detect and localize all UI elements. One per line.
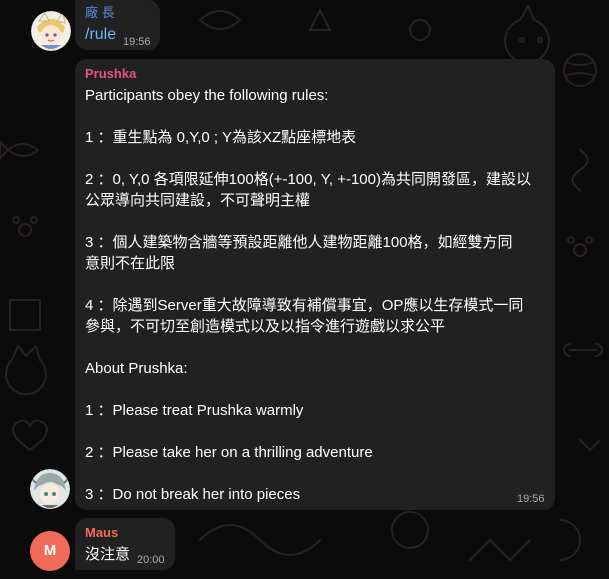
- text-line: [85, 337, 531, 358]
- sender-name[interactable]: Maus: [85, 525, 118, 541]
- anime-avatar-icon: [31, 11, 71, 51]
- chat-area: 廠 長 /rule 19:56 Prushka Participants obe…: [0, 0, 609, 579]
- message-bubble-factory[interactable]: 廠 長 /rule 19:56: [75, 0, 160, 50]
- message-bubble-prushka[interactable]: Prushka Participants obey the following …: [75, 59, 555, 510]
- text-line: [85, 106, 531, 127]
- message-time: 19:56: [517, 493, 545, 505]
- message-text: 沒注意: [85, 546, 131, 563]
- avatar-letter: M: [43, 542, 57, 559]
- message-bubble-maus[interactable]: Maus 沒注意 20:00: [75, 518, 175, 570]
- text-line: [85, 148, 531, 169]
- text-line: [85, 379, 531, 400]
- text-line: Participants obey the following rules:: [85, 87, 329, 104]
- text-line: About Prushka:: [85, 360, 188, 377]
- text-line: [85, 463, 531, 484]
- sender-name[interactable]: 廠 長: [85, 5, 115, 21]
- text-line: 意則不在此限: [85, 255, 176, 272]
- sender-name[interactable]: Prushka: [85, 66, 136, 82]
- text-line: 2 ：Please take her on a thrilling advent…: [85, 444, 373, 461]
- message-time: 20:00: [137, 554, 165, 566]
- text-line: 2 ：0, Y,0 各項限延伸100格(+-100, Y, +-100)為共同開…: [85, 171, 531, 188]
- text-line: 3 ：個人建築物含牆等預設距離他人建物距離100格，如經雙方同: [85, 234, 513, 251]
- text-line: 公眾導向共同建設，不可聲明主權: [85, 192, 311, 209]
- message-time: 19:56: [123, 36, 151, 48]
- avatar-prushka[interactable]: [30, 469, 70, 509]
- avatar-maus[interactable]: M: [30, 531, 70, 571]
- text-line: 3 ：Do not break her into pieces: [85, 486, 301, 503]
- anime-avatar-icon: [30, 469, 70, 509]
- text-line: 參與，不可切至創造模式以及以指令進行遊戲以求公平: [85, 318, 446, 335]
- command-link[interactable]: /rule: [85, 26, 116, 44]
- avatar-factory[interactable]: [31, 11, 71, 51]
- message-text: Participants obey the following rules: 1…: [85, 85, 531, 505]
- text-line: [85, 211, 531, 232]
- text-line: 4 ：除遇到Server重大故障導致有補償事宜，OP應以生存模式一同: [85, 297, 524, 314]
- text-line: [85, 274, 531, 295]
- text-line: 1 ：重生點為 0,Y,0 ; Y為該XZ點座標地表: [85, 129, 357, 146]
- text-line: 1 ：Please treat Prushka warmly: [85, 402, 304, 419]
- text-line: [85, 421, 531, 442]
